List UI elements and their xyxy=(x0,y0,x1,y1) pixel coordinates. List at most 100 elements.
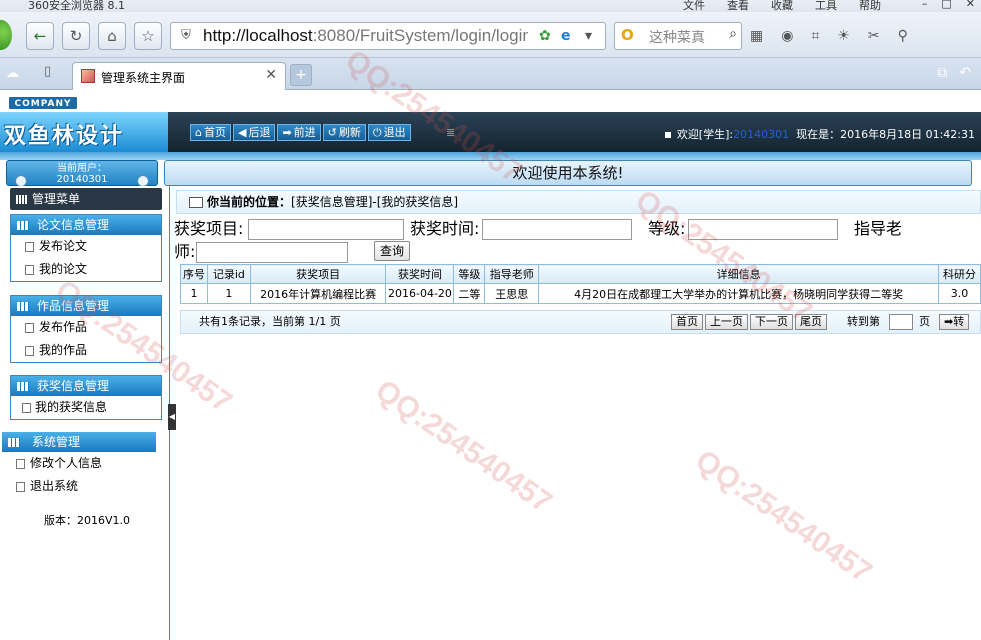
bullet-icon xyxy=(664,132,671,138)
sidebar-item-my-awards[interactable]: 我的获奖信息 xyxy=(11,396,161,419)
document-icon xyxy=(25,346,34,356)
translate-icon[interactable]: ⌗ xyxy=(811,28,819,44)
next-page-button[interactable]: 下一页 xyxy=(750,314,793,330)
home-button[interactable]: ⌂ xyxy=(98,22,126,50)
zoom-icon[interactable]: ⚲ xyxy=(898,28,908,44)
award-project-input[interactable] xyxy=(248,219,404,240)
back-nav-button[interactable]: ◀ 后退 xyxy=(232,124,276,141)
apps-grid-icon[interactable]: ▦ xyxy=(750,28,763,44)
sidebar-group-awards: 获奖信息管理 我的获奖信息 xyxy=(10,375,162,420)
new-tab-button[interactable]: + xyxy=(290,64,312,86)
sidebar-group-works: 作品信息管理 发布作品 我的作品 xyxy=(10,295,162,363)
pager-buttons: 首页 上一页 下一页 尾页 xyxy=(671,314,827,330)
welcome-banner: 欢迎使用本系统! xyxy=(164,160,972,186)
teacher-input[interactable] xyxy=(196,242,348,263)
address-bar[interactable]: ⛨ http://localhost:8080/FruitSystem/logi… xyxy=(170,22,606,50)
document-icon xyxy=(25,242,34,252)
welcome-status: 欢迎[学生]:20140301 现在是：2016年8月18日 01:42:31 xyxy=(664,126,975,142)
col-header-time: 获奖时间 xyxy=(385,264,455,284)
minimize-icon[interactable]: – xyxy=(922,0,928,10)
folder-icon xyxy=(17,382,29,391)
search-icon[interactable]: ⌕ xyxy=(729,26,737,42)
search-input[interactable]: O 这种菜真 ⌕ xyxy=(614,22,742,50)
favorite-button[interactable]: ☆ xyxy=(134,22,162,50)
menu-grid-icon xyxy=(16,195,27,204)
browser-logo-icon[interactable] xyxy=(0,20,12,50)
current-user-label: 当前用户： xyxy=(57,163,107,174)
query-button[interactable]: 查询 xyxy=(374,241,410,261)
close-icon[interactable]: ✕ xyxy=(966,0,975,10)
screenshot-icon[interactable]: ✂ xyxy=(868,28,880,44)
brand-logo: 双鱼林设计 xyxy=(0,112,168,152)
go-page-button[interactable]: ➡转 xyxy=(939,314,970,330)
home-icon: ⌂ xyxy=(195,126,202,139)
award-time-label: 获奖时间: xyxy=(410,219,480,238)
tab-bar-tools: ⧉ ↶ xyxy=(937,65,971,81)
sidebar-item-publish-works[interactable]: 发布作品 xyxy=(11,316,161,339)
home-icon: ⌂ xyxy=(107,27,117,45)
back-button[interactable]: ← xyxy=(26,22,54,50)
toolbar-extensions: ▦ ◉ ⌗ ☀ ✂ ⚲ xyxy=(750,28,908,44)
refresh-nav-button[interactable]: ↺ 刷新 xyxy=(322,124,366,141)
maximize-icon[interactable]: □ xyxy=(941,0,951,10)
header-nav: ⌂ 首页 ◀ 后退 ➡ 前进 ↺ 刷新 ⏻ 退出 xyxy=(190,124,411,141)
browser-titlebar: 360安全浏览器 8.1 文件 查看 收藏 工具 帮助 – □ ✕ xyxy=(0,0,981,12)
sidebar-item-my-paper[interactable]: 我的论文 xyxy=(11,258,161,281)
tab-close-icon[interactable]: ✕ xyxy=(265,67,277,83)
back-arrow-icon: ← xyxy=(33,27,47,45)
page-unit-label: 页 xyxy=(919,315,930,328)
group-header-awards[interactable]: 获奖信息管理 xyxy=(11,376,161,396)
address-dropdown-icon[interactable]: ▾ xyxy=(585,28,592,44)
group-header-system[interactable]: 系统管理 xyxy=(2,432,156,452)
logout-nav-button[interactable]: ⏻ 退出 xyxy=(367,124,411,141)
teacher-label: 指导老 xyxy=(854,219,903,238)
search-engine-icon: O xyxy=(621,26,634,44)
group-header-paper[interactable]: 论文信息管理 xyxy=(11,215,161,235)
site-header: 双鱼林设计 ⌂ 首页 ◀ 后退 ➡ 前进 ↺ 刷新 ⏻ 退出 ≣ 欢迎[学生]:20140… xyxy=(0,112,981,152)
level-label: 等级: xyxy=(648,219,686,238)
sidebar-group-system: 系统管理 修改个人信息 退出系统 xyxy=(2,432,156,498)
company-tag: COMPANY xyxy=(8,96,78,110)
table-row[interactable]: 1 1 2016年计算机编程比赛 2016-04-20 二等 王思思 4月20日… xyxy=(180,283,981,304)
sidebar-toggle-icon[interactable]: ▯ xyxy=(44,64,51,79)
pagination: 共有1条记录，当前第 1/1 页 首页 上一页 下一页 尾页 转到第 页 ➡转 xyxy=(180,310,981,334)
tab-main-interface[interactable]: 管理系统主界面 ✕ xyxy=(72,62,286,90)
prev-page-button[interactable]: 上一页 xyxy=(705,314,748,330)
page-number-input[interactable] xyxy=(889,314,913,330)
col-header-index: 序号 xyxy=(180,264,208,284)
main-content: 你当前的位置：[获奖信息管理]-[我的获奖信息] 获奖项目: 获奖时间: 等级:… xyxy=(174,186,981,640)
sidebar-item-edit-profile[interactable]: 修改个人信息 xyxy=(2,452,156,475)
goto-label: 转到第 xyxy=(847,315,880,328)
forward-nav-button[interactable]: ➡ 前进 xyxy=(277,124,321,141)
last-page-button[interactable]: 尾页 xyxy=(795,314,827,330)
award-time-input[interactable] xyxy=(482,219,632,240)
awards-table: 序号 记录id 获奖项目 获奖时间 等级 指导老师 详细信息 科研分 1 1 2… xyxy=(180,264,981,304)
sidebar-collapse-handle[interactable]: ◀ xyxy=(168,404,176,430)
sidebar-item-logout[interactable]: 退出系统 xyxy=(2,475,156,498)
sidebar-item-publish-paper[interactable]: 发布论文 xyxy=(11,235,161,258)
group-header-works[interactable]: 作品信息管理 xyxy=(11,296,161,316)
collapse-arrow-icon: ◀ xyxy=(168,412,176,421)
document-icon xyxy=(16,482,25,492)
security-icon[interactable]: ◉ xyxy=(781,28,793,44)
power-icon: ⏻ xyxy=(372,126,382,139)
back-icon: ◀ xyxy=(237,126,247,139)
tab-title: 管理系统主界面 xyxy=(101,71,186,85)
forward-icon: ➡ xyxy=(282,126,292,139)
window-controls: – □ ✕ xyxy=(922,0,975,10)
folder-icon xyxy=(17,221,29,230)
refresh-button[interactable]: ↻ xyxy=(62,22,90,50)
col-header-record-id: 记录id xyxy=(206,264,251,284)
ie-mode-icon[interactable]: e xyxy=(561,28,571,44)
cloud-icon[interactable]: ☁ xyxy=(6,66,19,81)
tab-list-icon[interactable]: ⧉ xyxy=(937,65,947,81)
address-url[interactable]: http://localhost:8080/FruitSystem/login/… xyxy=(203,26,528,46)
weather-icon[interactable]: ☀ xyxy=(837,28,850,44)
level-input[interactable] xyxy=(688,219,838,240)
undo-close-icon[interactable]: ↶ xyxy=(959,65,971,81)
first-page-button[interactable]: 首页 xyxy=(671,314,703,330)
home-nav-button[interactable]: ⌂ 首页 xyxy=(190,124,231,141)
plugin-icon[interactable]: ✿ xyxy=(539,28,551,44)
sidebar-item-my-works[interactable]: 我的作品 xyxy=(11,339,161,362)
current-user-id: 20140301 xyxy=(56,174,108,185)
